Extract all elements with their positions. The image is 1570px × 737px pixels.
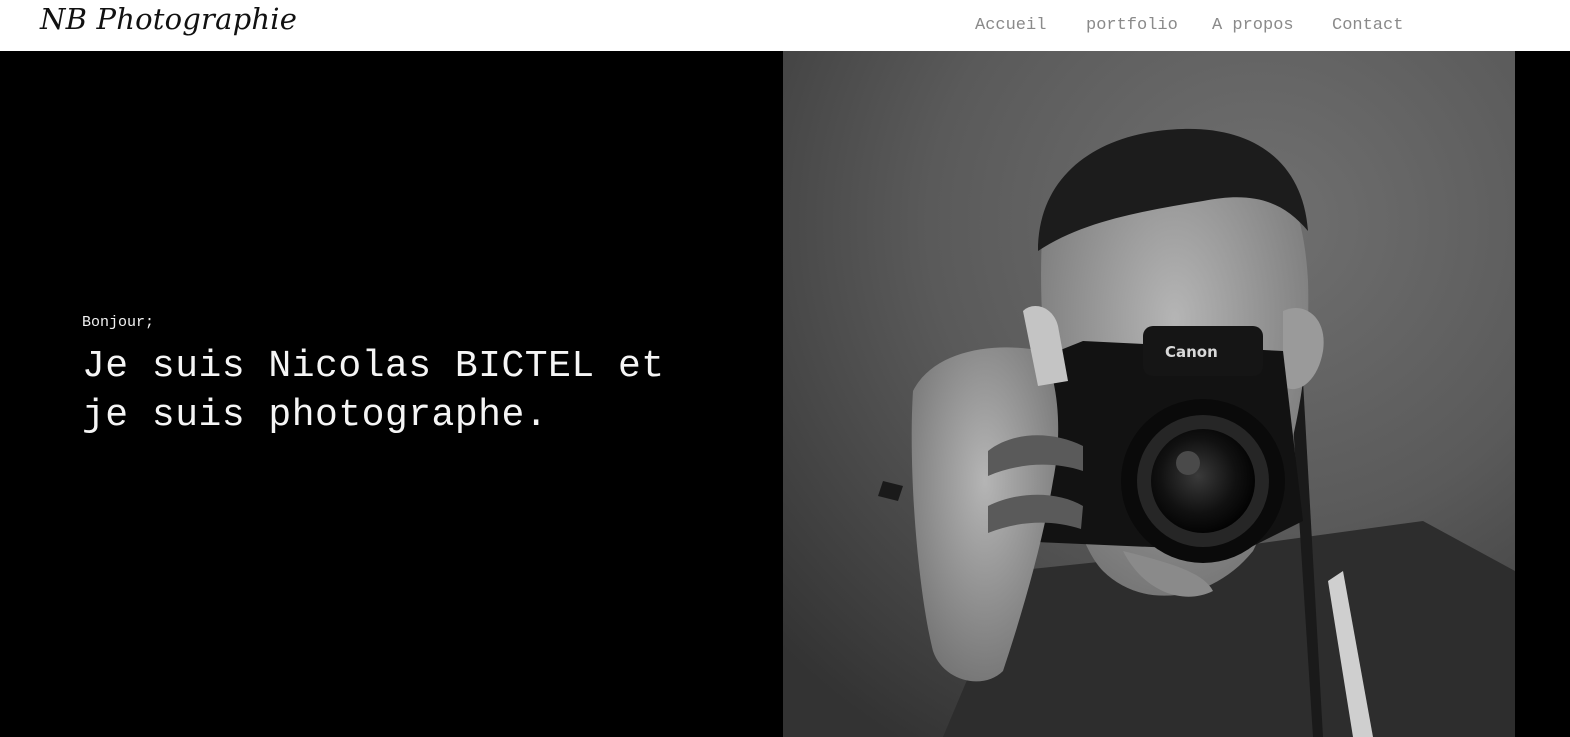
nav-item-contact[interactable]: Contact	[1332, 16, 1403, 35]
nav-item-portfolio[interactable]: portfolio	[1086, 16, 1178, 35]
hero-portrait-photo: Canon	[783, 51, 1515, 737]
right-margin	[1515, 51, 1570, 737]
hero-intro: Bonjour; Je suis Nicolas BICTEL et je su…	[0, 51, 783, 737]
main-nav: Accueil portfolio A propos Contact	[0, 0, 1570, 51]
nav-item-a-propos[interactable]: A propos	[1212, 16, 1294, 35]
camera-brand-label: Canon	[1165, 343, 1218, 361]
nav-item-accueil[interactable]: Accueil	[975, 16, 1046, 35]
hero-greeting: Bonjour;	[82, 314, 155, 331]
site-header: NB Photographie Accueil portfolio A prop…	[0, 0, 1570, 51]
hero-headline: Je suis Nicolas BICTEL et je suis photog…	[82, 345, 665, 437]
